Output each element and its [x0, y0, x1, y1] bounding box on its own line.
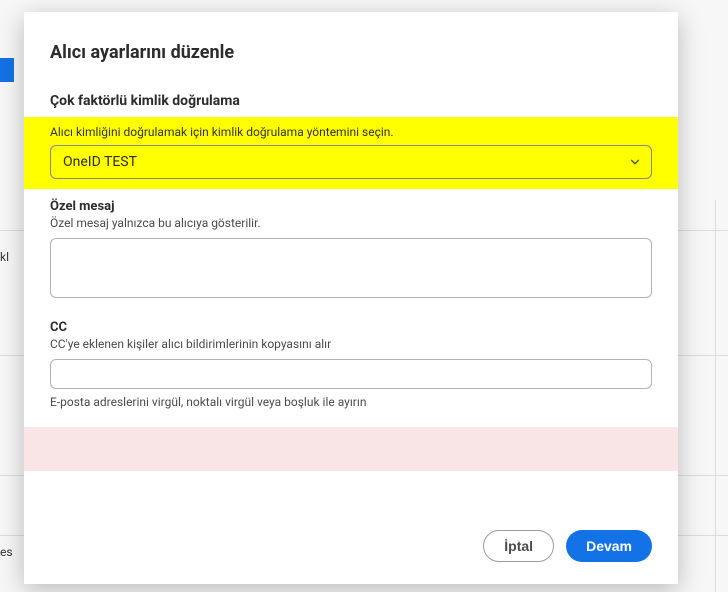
private-message-heading: Özel mesaj [50, 189, 652, 216]
mfa-method-selected-value: OneID TEST [63, 154, 137, 170]
continue-button[interactable]: Devam [566, 530, 652, 562]
mfa-method-select[interactable]: OneID TEST [50, 145, 652, 179]
mfa-method-select-wrap: OneID TEST [50, 145, 652, 179]
bg-divider-vertical [715, 200, 716, 592]
error-strip [24, 427, 678, 471]
edit-recipient-settings-dialog: Alıcı ayarlarını düzenle Çok faktörlü ki… [24, 12, 678, 584]
bg-blue-accent [0, 58, 14, 82]
cc-email-input[interactable] [50, 359, 652, 389]
cc-description: CC'ye eklenen kişiler alıcı bildirimleri… [50, 337, 652, 359]
private-message-input[interactable] [50, 238, 652, 298]
bg-fragment-text: es [0, 545, 13, 559]
mfa-highlight-block: Alıcı kimliğini doğrulamak için kimlik d… [24, 117, 678, 189]
private-message-description: Özel mesaj yalnızca bu alıcıya gösterili… [50, 216, 652, 238]
bg-fragment-text: kl [0, 250, 9, 264]
cancel-button[interactable]: İptal [483, 530, 554, 562]
mfa-method-label: Alıcı kimliğini doğrulamak için kimlik d… [50, 125, 652, 145]
cc-helper-text: E-posta adreslerini virgül, noktalı virg… [50, 389, 652, 409]
dialog-footer: İptal Devam [24, 514, 678, 584]
cc-heading: CC [50, 310, 652, 337]
mfa-heading: Çok faktörlü kimlik doğrulama [50, 93, 652, 117]
dialog-title: Alıcı ayarlarını düzenle [50, 12, 652, 93]
